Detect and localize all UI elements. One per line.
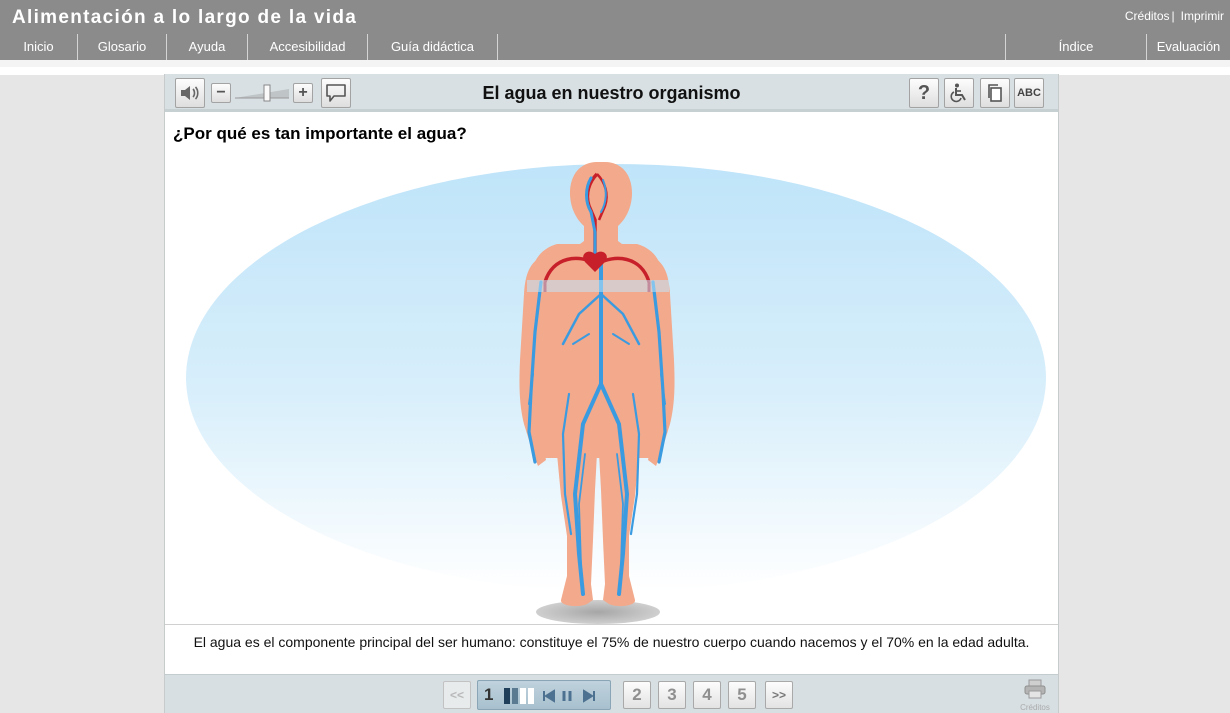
page-3-button[interactable]: 3: [658, 681, 686, 709]
print-button[interactable]: Créditos: [1015, 679, 1055, 712]
nav-inicio[interactable]: Inicio: [0, 34, 78, 60]
question-heading: ¿Por qué es tan importante el agua?: [173, 124, 467, 143]
content-panel: El agua en nuestro organismo − + ? ABC ¿…: [164, 74, 1059, 713]
printer-icon: [1024, 679, 1046, 699]
page-2-button[interactable]: 2: [623, 681, 651, 709]
first-page-button[interactable]: <<: [443, 681, 471, 709]
pages-button[interactable]: [980, 78, 1010, 108]
caption-divider: [165, 624, 1058, 625]
zoom-out-button[interactable]: −: [211, 83, 231, 103]
zoom-slider[interactable]: [233, 84, 291, 102]
print-label: Créditos: [1020, 703, 1050, 712]
nav-guia-didactica[interactable]: Guía didáctica: [368, 34, 498, 60]
zoom-in-button[interactable]: +: [293, 83, 313, 103]
content-toolbar: El agua en nuestro organismo − + ? ABC: [165, 74, 1058, 112]
skip-back-icon: [543, 689, 555, 703]
top-links: Créditos | Imprimir: [1125, 9, 1224, 23]
caption-text: El agua es el componente principal del s…: [193, 634, 1030, 650]
page-5-button[interactable]: 5: [728, 681, 756, 709]
help-button[interactable]: ?: [909, 78, 939, 108]
progress-bar-icon: [504, 688, 510, 704]
nav-indice[interactable]: Índice: [1005, 34, 1146, 60]
abc-button[interactable]: ABC: [1014, 78, 1044, 108]
nav-accesibilidad[interactable]: Accesibilidad: [248, 34, 368, 60]
nav-glosario[interactable]: Glosario: [78, 34, 167, 60]
nav-evaluacion[interactable]: Evaluación: [1146, 34, 1230, 60]
app-title: Alimentación a lo largo de la vida: [12, 7, 358, 28]
media-controls: [504, 688, 595, 704]
floor-shadow: [536, 600, 660, 624]
print-link[interactable]: Imprimir: [1181, 9, 1224, 23]
next-page-button[interactable]: >>: [765, 681, 793, 709]
main-nav: Inicio Glosario Ayuda Accesibilidad Guía…: [0, 34, 1230, 60]
nav-ayuda[interactable]: Ayuda: [167, 34, 248, 60]
current-page-number: 1: [484, 685, 494, 704]
copy-icon: [988, 84, 1002, 102]
credits-link[interactable]: Créditos: [1125, 9, 1170, 23]
speaker-icon: [181, 86, 199, 100]
link-separator: |: [1171, 9, 1175, 23]
pause-icon: [562, 691, 572, 701]
wheelchair-icon: [950, 83, 966, 103]
header-divider: [0, 60, 1230, 67]
zoom-slider-handle: [263, 84, 271, 102]
current-page-indicator[interactable]: 1: [477, 680, 611, 710]
skip-forward-icon: [583, 689, 595, 703]
human-body-illustration: [186, 162, 1046, 624]
speech-bubble-icon: [326, 84, 346, 102]
audio-button[interactable]: [175, 78, 205, 108]
pager-bar: << 1 2 3 4 5 >> Créditos: [165, 674, 1058, 713]
accessibility-button[interactable]: [944, 78, 974, 108]
speech-button[interactable]: [321, 78, 351, 108]
page-4-button[interactable]: 4: [693, 681, 721, 709]
